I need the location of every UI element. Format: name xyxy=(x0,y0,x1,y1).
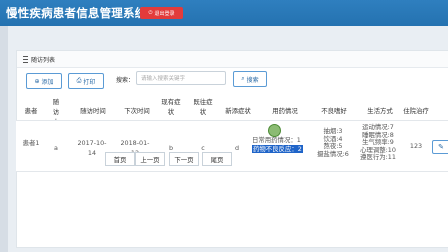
search-button-label: 搜索 xyxy=(246,76,259,84)
plus-icon: ⊕ xyxy=(34,77,40,85)
cell-lifestyle: 运动情况:7 睡眠情况:8 生气频率:9 心理调整:10 遵医行为:11 xyxy=(356,123,400,162)
header-hospital: 住院治疗 xyxy=(403,107,429,115)
panel-header: 随访列表 xyxy=(17,51,448,68)
search-icon: ⌕ xyxy=(241,75,245,82)
habit-salt: 摄盐情况:6 xyxy=(317,149,349,158)
search-button[interactable]: ⌕ 搜索 xyxy=(233,71,267,87)
header-patient: 患者 xyxy=(24,107,38,115)
app-title: 慢性疾病患者信息管理系统 xyxy=(6,6,147,20)
cursor-indicator xyxy=(268,124,281,137)
list-icon xyxy=(23,56,28,63)
cell-hospital: 123 xyxy=(409,142,423,150)
cell-bad-habits: 抽烟:3 饮酒:4 熬夜:5 摄盐情况:6 xyxy=(314,127,352,158)
power-icon: ⏻ xyxy=(148,10,153,16)
print-label: 打印 xyxy=(83,78,96,86)
logout-label: 退出登录 xyxy=(154,10,175,17)
lifestyle-compliance: 遵医行为:11 xyxy=(360,153,396,161)
medication-adverse: 药物不良反应：2 xyxy=(252,145,303,153)
left-sidebar-edge xyxy=(0,26,8,252)
cell-new-symptoms: d xyxy=(234,144,240,152)
cell-visit-time: 2017-10-14 xyxy=(77,139,107,157)
header-visit-time: 随访时间 xyxy=(80,107,106,115)
header-current-symptoms: 现有症状 xyxy=(161,98,181,116)
top-bar: 慢性疾病患者信息管理系统 ⏻ 退出登录 xyxy=(0,0,448,26)
medication-daily: 日常用药情况：1 xyxy=(252,136,301,144)
header-next-time: 下次时间 xyxy=(124,107,150,115)
add-button[interactable]: ⊕ 添加 xyxy=(26,73,62,89)
cell-visitor: a xyxy=(54,144,58,152)
first-page-button[interactable]: 首页 xyxy=(105,152,135,166)
panel-title: 随访列表 xyxy=(31,57,56,64)
last-page-button[interactable]: 尾页 xyxy=(202,152,232,166)
header-new-symptoms: 新添症状 xyxy=(225,107,251,115)
header-past-symptoms: 既往症状 xyxy=(193,98,213,116)
header-bad-habits: 不良嗜好 xyxy=(321,107,347,115)
edit-button[interactable]: ✎ xyxy=(432,140,448,154)
search-label: 搜索： xyxy=(116,77,135,84)
print-button[interactable]: ⎙ 打印 xyxy=(68,73,104,89)
header-medication: 用药情况 xyxy=(272,107,298,115)
logout-button[interactable]: ⏻ 退出登录 xyxy=(140,7,183,19)
cell-medication: 日常用药情况：1 药物不良反应：2 xyxy=(252,136,314,154)
search-placeholder: 请输入搜索关键字 xyxy=(141,76,186,82)
search-input[interactable]: 请输入搜索关键字 xyxy=(136,71,226,85)
edit-icon: ✎ xyxy=(438,143,444,151)
print-icon: ⎙ xyxy=(76,77,82,84)
add-label: 添加 xyxy=(41,78,54,86)
prev-page-button[interactable]: 上一页 xyxy=(135,152,165,166)
header-lifestyle: 生活方式 xyxy=(367,107,393,115)
cell-patient: 患者1 xyxy=(22,139,40,147)
next-page-button[interactable]: 下一页 xyxy=(169,152,199,166)
